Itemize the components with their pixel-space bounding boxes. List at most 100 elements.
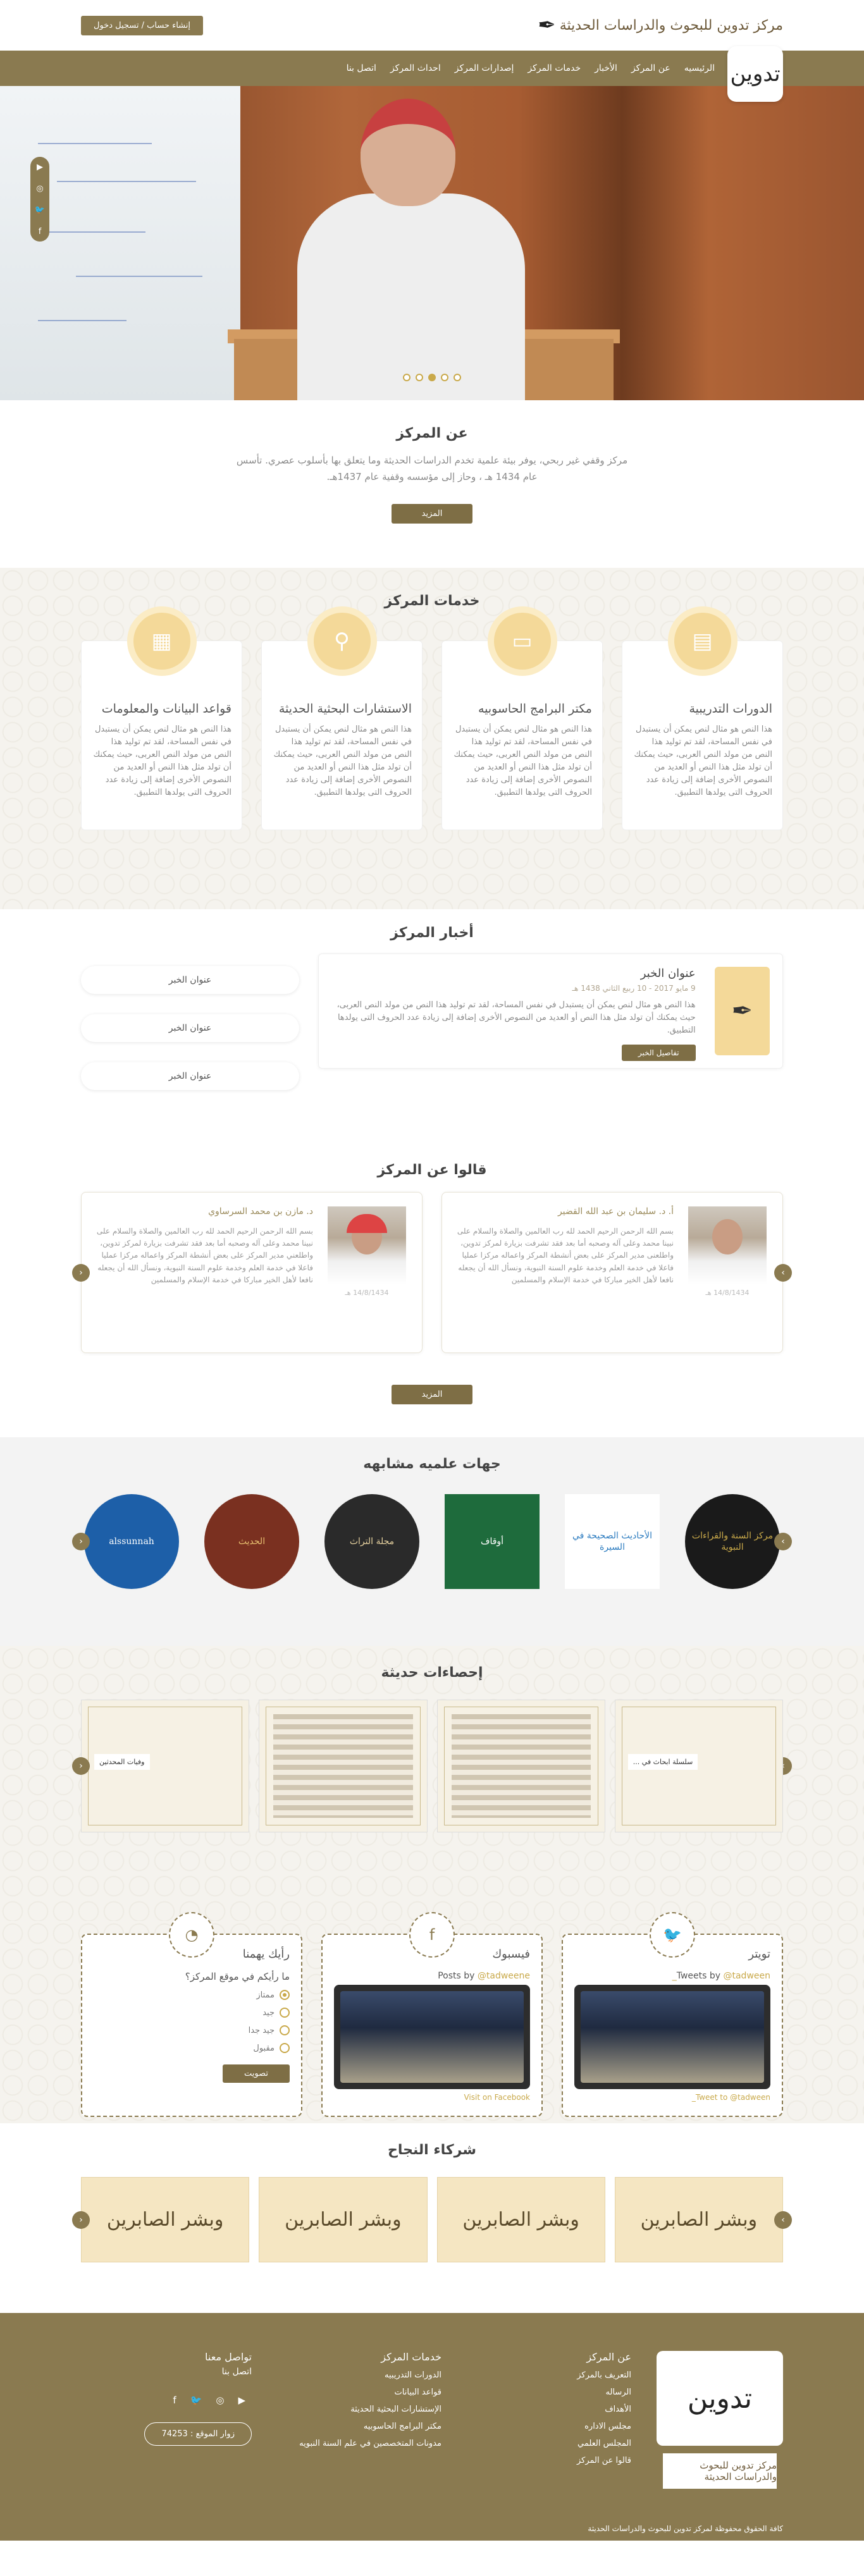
facebook-embed[interactable] xyxy=(334,1985,530,2089)
footer-logo[interactable]: تدوين مركز تدوين للبحوث والدراسات الحديث… xyxy=(657,2351,783,2489)
service-title: الاستشارات البحثية الحديثة xyxy=(278,702,412,716)
stat-label: وفيات المحدثين xyxy=(94,1754,150,1770)
next-arrow-icon[interactable]: › xyxy=(774,1263,792,1282)
footer-link[interactable]: المجلس العلمي xyxy=(467,2439,631,2448)
partner-logo[interactable]: وبشر الصابرين xyxy=(614,2177,783,2262)
news-title: أخبار المركز xyxy=(390,925,474,941)
stat-item[interactable]: وفيات المحدثين xyxy=(81,1700,250,1832)
org-logo[interactable]: مركز السنة والقراءات النبوية xyxy=(682,1491,783,1592)
about-more-button[interactable]: المزيد xyxy=(391,504,473,524)
org-logo-label: مركز السنة والقراءات النبوية xyxy=(685,1494,780,1589)
nav-item-news[interactable]: الأخبار xyxy=(595,63,617,73)
prev-arrow-icon[interactable]: ‹ xyxy=(72,2211,90,2229)
next-arrow-icon[interactable]: › xyxy=(774,1533,792,1550)
stat-item[interactable]: سلسلة ابحاث في ... xyxy=(614,1700,783,1832)
facebook-icon[interactable]: f xyxy=(34,225,46,238)
twitter-embed[interactable] xyxy=(574,1985,770,2089)
footer-link[interactable]: قالوا عن المركز xyxy=(467,2456,631,2465)
footer-link[interactable]: مدونات المتخصصين في علم السنة النبويه xyxy=(277,2439,441,2448)
stats-section: إحصاءات حديثة › سلسلة ابحاث في ... وفيات… xyxy=(0,1646,864,1921)
twitter-icon[interactable]: 🐦 xyxy=(190,2395,202,2406)
partner-logo[interactable]: وبشر الصابرين xyxy=(259,2177,428,2262)
news-headline[interactable]: عنوان الخبر xyxy=(331,967,696,980)
twitter-link[interactable]: Tweet to @tadween_ xyxy=(574,2093,770,2102)
footer-link[interactable]: قواعد البيانات xyxy=(277,2388,441,2397)
next-arrow-icon[interactable]: › xyxy=(774,2211,792,2229)
testimonials-more-button[interactable]: المزيد xyxy=(391,1385,473,1404)
instagram-icon[interactable]: ◎ xyxy=(216,2395,224,2406)
service-card[interactable]: ▦ قواعد البيانات والمعلومات هذا النص هو … xyxy=(81,606,242,830)
footer-link[interactable]: مجلس الاداره xyxy=(467,2422,631,2431)
radio-icon[interactable] xyxy=(280,2008,290,2018)
slider-dot-active[interactable] xyxy=(428,374,436,381)
hero-slider[interactable]: ▶ ◎ 🐦 f xyxy=(0,86,864,400)
news-list-item[interactable]: عنوان الخبر xyxy=(81,1014,299,1042)
prev-arrow-icon[interactable]: ‹ xyxy=(72,1757,90,1775)
twitter-widget: 🐦 تويتر Tweets by @tadween_ Tweet to @ta… xyxy=(562,1912,783,2117)
org-logo[interactable]: الأحاديث الصحيحة في السيرة xyxy=(562,1491,663,1592)
brand-logo[interactable]: مركز تدوين للبحوث والدراسات الحديثة ✒ xyxy=(538,13,783,38)
nav-item-contact[interactable]: اتصل بنا xyxy=(347,63,376,73)
slider-dot[interactable] xyxy=(441,374,448,381)
news-list-item[interactable]: عنوان الخبر xyxy=(81,1062,299,1090)
slider-dot[interactable] xyxy=(403,374,410,381)
news-list-item[interactable]: عنوان الخبر xyxy=(81,966,299,994)
stat-item[interactable] xyxy=(436,1700,605,1832)
nav-item-services[interactable]: خدمات المركز xyxy=(528,63,581,73)
prev-arrow-icon[interactable]: ‹ xyxy=(72,1533,90,1550)
service-card[interactable]: ▭ مكتر البرامج الحاسوبيه هذا النص هو مثا… xyxy=(441,606,603,830)
radio-icon[interactable] xyxy=(280,2043,290,2053)
facebook-link[interactable]: Visit on Facebook xyxy=(334,2093,530,2102)
slider-dot[interactable] xyxy=(454,374,461,381)
youtube-icon[interactable]: ▶ xyxy=(238,2395,245,2406)
youtube-icon[interactable]: ▶ xyxy=(34,161,46,173)
featured-news-card[interactable]: ✒ عنوان الخبر 9 مايو 2017 - 10 ربيع الثا… xyxy=(318,954,783,1069)
nav-item-about[interactable]: عن المركز xyxy=(631,63,670,73)
poll-option[interactable]: جيد جدا xyxy=(94,2025,290,2035)
partners-section: شركاء النجاح › وبشر الصابرين وبشر الصابر… xyxy=(0,2123,864,2313)
org-logo[interactable]: مجلة التراث xyxy=(321,1491,423,1592)
site-logo[interactable]: تدوين xyxy=(727,46,783,102)
instagram-icon[interactable]: ◎ xyxy=(34,182,46,195)
poll-option[interactable]: مقبول xyxy=(94,2043,290,2053)
footer-brand: مركز تدوين للبحوث والدراسات الحديثة xyxy=(663,2453,777,2489)
footer-link[interactable]: مكتر البرامج الحاسوبيه xyxy=(277,2422,441,2431)
footer-link[interactable]: الإستشارات البحثية الحديثة xyxy=(277,2405,441,2414)
slider-dot[interactable] xyxy=(416,374,423,381)
partners-title: شركاء النجاح xyxy=(387,2142,477,2158)
facebook-handle[interactable]: @tadweene xyxy=(478,1971,530,1981)
contact-link[interactable]: اتصل بنا xyxy=(125,2367,252,2377)
footer-services: خدمات المركز الدورات التدريبيه قواعد الب… xyxy=(277,2351,441,2489)
service-card[interactable]: ▤ الدورات التدريبية هذا النص هو مثال لنص… xyxy=(622,606,783,830)
org-logo[interactable]: أوقاف xyxy=(441,1491,543,1592)
footer-link[interactable]: الرساله xyxy=(467,2388,631,2397)
footer-link[interactable]: الدورات التدريبيه xyxy=(277,2371,441,2380)
service-card[interactable]: ⚲ الاستشارات البحثية الحديثة هذا النص هو… xyxy=(261,606,423,830)
poll-option[interactable]: جيد xyxy=(94,2008,290,2018)
avatar xyxy=(688,1206,767,1285)
footer-link[interactable]: الأهداف xyxy=(467,2405,631,2414)
org-logo[interactable]: الحديث xyxy=(201,1491,302,1592)
nav-item-publications[interactable]: إصدارات المركز xyxy=(455,63,514,73)
service-title: قواعد البيانات والمعلومات xyxy=(101,702,231,716)
partner-logo[interactable]: وبشر الصابرين xyxy=(81,2177,250,2262)
footer-link[interactable]: التعريف بالمركز xyxy=(467,2371,631,2380)
facebook-icon[interactable]: f xyxy=(173,2395,176,2406)
nav-item-events[interactable]: احداث المركز xyxy=(390,63,441,73)
org-logo[interactable]: alssunnah xyxy=(81,1491,182,1592)
stat-item[interactable] xyxy=(259,1700,428,1832)
twitter-icon[interactable]: 🐦 xyxy=(34,204,46,216)
radio-icon[interactable] xyxy=(280,1990,290,2000)
copyright: كافة الحقوق محفوظة لمركز تدوين للبحوث وا… xyxy=(588,2524,783,2533)
signup-login-button[interactable]: إنشاء حساب / تسجيل دخول xyxy=(81,15,204,35)
nav-item-home[interactable]: الرئيسيه xyxy=(684,63,715,73)
vote-button[interactable]: تصويت xyxy=(223,2064,290,2083)
news-details-button[interactable]: تفاصيل الخبر xyxy=(621,1045,696,1062)
testimonial-author: د. مازن بن محمد السرساوي xyxy=(208,1206,313,1217)
poll-option[interactable]: ممتاز xyxy=(94,1990,290,2000)
main-nav: تدوين الرئيسيه عن المركز الأخبار خدمات ا… xyxy=(0,46,864,102)
radio-icon[interactable] xyxy=(280,2025,290,2035)
widget-by: Posts by xyxy=(438,1971,475,1981)
prev-arrow-icon[interactable]: ‹ xyxy=(72,1263,90,1282)
partner-logo[interactable]: وبشر الصابرين xyxy=(436,2177,605,2262)
